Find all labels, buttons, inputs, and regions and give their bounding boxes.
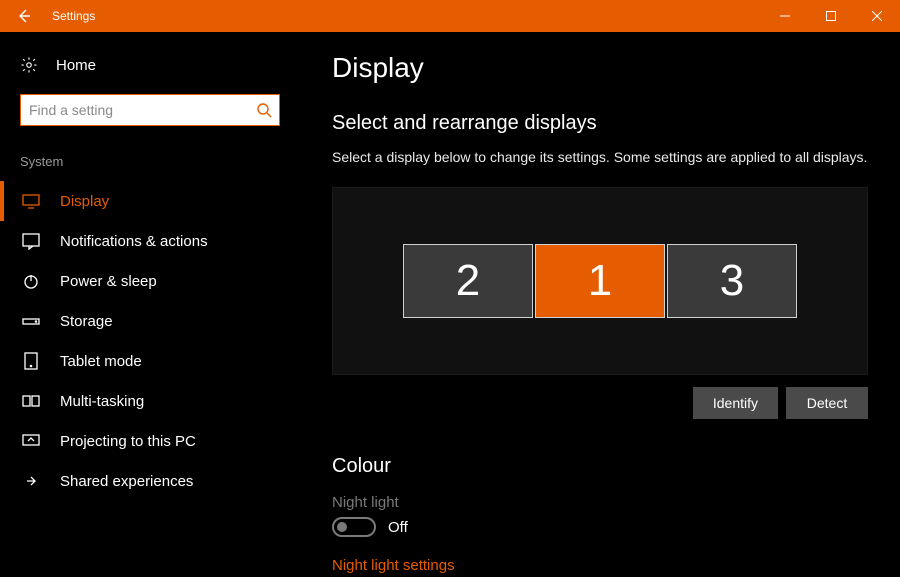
sidebar-item-label: Tablet mode bbox=[60, 353, 142, 370]
sidebar-item-storage[interactable]: Storage bbox=[0, 301, 300, 341]
sidebar-item-label: Projecting to this PC bbox=[60, 433, 196, 450]
sidebar-item-tablet[interactable]: Tablet mode bbox=[0, 341, 300, 381]
identify-button[interactable]: Identify bbox=[693, 387, 778, 419]
toggle-state: Off bbox=[388, 519, 408, 536]
maximize-icon bbox=[826, 11, 836, 21]
sidebar-item-label: Shared experiences bbox=[60, 473, 193, 490]
sidebar-item-label: Notifications & actions bbox=[60, 233, 208, 250]
shared-icon bbox=[22, 472, 40, 490]
close-icon bbox=[872, 11, 882, 21]
multitasking-icon bbox=[22, 392, 40, 410]
display-arrangement[interactable]: 2 1 3 bbox=[332, 187, 868, 375]
sidebar-item-display[interactable]: Display bbox=[0, 181, 300, 221]
sidebar-item-shared[interactable]: Shared experiences bbox=[0, 461, 300, 501]
notifications-icon bbox=[22, 232, 40, 250]
page-heading: Display bbox=[332, 52, 868, 84]
display-box-3[interactable]: 3 bbox=[667, 244, 797, 318]
minimize-button[interactable] bbox=[762, 0, 808, 32]
sidebar-item-multitasking[interactable]: Multi-tasking bbox=[0, 381, 300, 421]
colour-heading: Colour bbox=[332, 455, 868, 478]
search-wrap bbox=[20, 94, 280, 126]
power-icon bbox=[22, 272, 40, 290]
sidebar-item-power[interactable]: Power & sleep bbox=[0, 261, 300, 301]
sidebar-item-label: Display bbox=[60, 193, 109, 210]
window-title: Settings bbox=[52, 9, 95, 23]
display-id: 1 bbox=[588, 256, 612, 306]
section-label: System bbox=[0, 150, 300, 181]
toggle-knob bbox=[337, 522, 347, 532]
close-button[interactable] bbox=[854, 0, 900, 32]
nav-list: Display Notifications & actions Power & … bbox=[0, 181, 300, 501]
night-light-label: Night light bbox=[332, 494, 868, 511]
display-id: 3 bbox=[720, 256, 744, 306]
titlebar: Settings bbox=[0, 0, 900, 32]
section-heading: Select and rearrange displays bbox=[332, 112, 868, 135]
night-light-toggle-row: Off bbox=[332, 517, 868, 537]
display-icon bbox=[22, 192, 40, 210]
sidebar-item-label: Power & sleep bbox=[60, 273, 157, 290]
arrow-left-icon bbox=[16, 8, 32, 24]
display-box-1[interactable]: 1 bbox=[535, 244, 665, 318]
sidebar: Home System Display Notifications & acti… bbox=[0, 32, 300, 577]
detect-button[interactable]: Detect bbox=[786, 387, 868, 419]
main-content: Display Select and rearrange displays Se… bbox=[300, 32, 900, 577]
home-button[interactable]: Home bbox=[0, 56, 300, 94]
search-icon bbox=[256, 102, 272, 118]
gear-icon bbox=[20, 56, 38, 74]
section-description: Select a display below to change its set… bbox=[332, 149, 868, 165]
night-light-settings-link[interactable]: Night light settings bbox=[332, 557, 868, 574]
sidebar-item-label: Storage bbox=[60, 313, 113, 330]
display-id: 2 bbox=[456, 256, 480, 306]
tablet-icon bbox=[22, 352, 40, 370]
projecting-icon bbox=[22, 432, 40, 450]
display-box-2[interactable]: 2 bbox=[403, 244, 533, 318]
colour-section: Colour Night light Off Night light setti… bbox=[332, 455, 868, 574]
display-actions: Identify Detect bbox=[332, 387, 868, 419]
search-input[interactable] bbox=[20, 94, 280, 126]
sidebar-item-projecting[interactable]: Projecting to this PC bbox=[0, 421, 300, 461]
home-label: Home bbox=[56, 57, 96, 74]
sidebar-item-notifications[interactable]: Notifications & actions bbox=[0, 221, 300, 261]
back-button[interactable] bbox=[0, 0, 48, 32]
maximize-button[interactable] bbox=[808, 0, 854, 32]
minimize-icon bbox=[780, 11, 790, 21]
sidebar-item-label: Multi-tasking bbox=[60, 393, 144, 410]
night-light-toggle[interactable] bbox=[332, 517, 376, 537]
storage-icon bbox=[22, 312, 40, 330]
window-controls bbox=[762, 0, 900, 32]
